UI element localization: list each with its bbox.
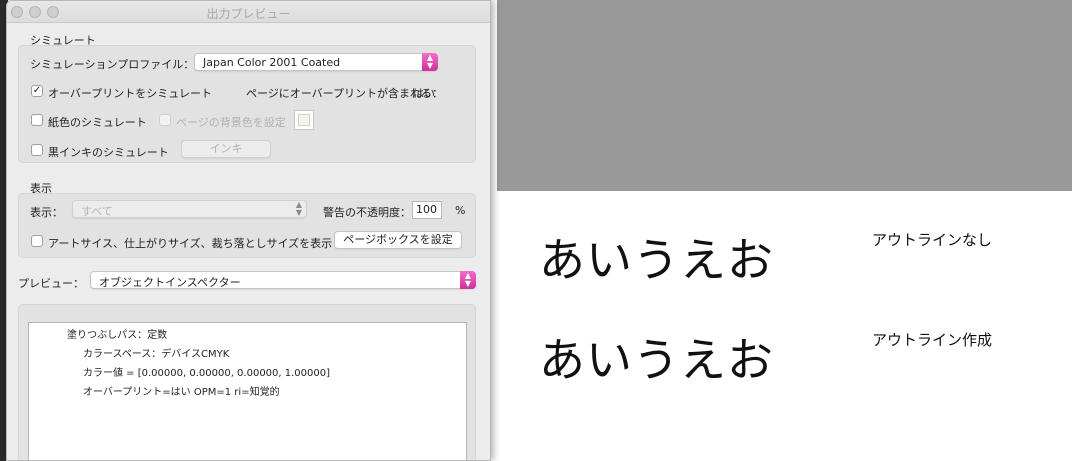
select-stepper-icon: ▲ ▼ [460, 271, 476, 289]
page-has-overprint-value: はい [413, 87, 435, 100]
display-show-label: 表示： [30, 206, 63, 219]
simulate-overprint-label: オーバープリントをシミュレート [48, 87, 213, 100]
simulate-overprint-checkbox[interactable]: ✓ [31, 85, 43, 97]
preview-mode-select[interactable]: オブジェクトインスペクター ▲ ▼ [90, 271, 476, 289]
ink-button[interactable]: インキ [181, 140, 271, 158]
simulate-black-ink-checkbox[interactable] [31, 144, 43, 156]
color-swatch-icon [298, 114, 310, 126]
document-note-1: アウトラインなし [872, 231, 993, 249]
simulation-profile-value: Japan Color 2001 Coated [203, 56, 341, 69]
page-background-checkbox[interactable] [159, 114, 171, 126]
document-kana-text-2: あいうえお [539, 333, 774, 387]
display-show-value: すべて [81, 205, 113, 218]
simulation-profile-select[interactable]: Japan Color 2001 Coated ▲ ▼ [194, 53, 438, 71]
page-background-label: ページの背景色を設定 [176, 116, 286, 129]
titlebar: 出力プレビュー [7, 1, 490, 23]
page-box-settings-button[interactable]: ページボックスを設定 [334, 231, 462, 249]
document-gray-area [497, 0, 1072, 191]
simulate-paper-color-label: 紙色のシミュレート [48, 116, 147, 129]
preview-mode-value: オブジェクトインスペクター [99, 276, 241, 289]
inspector-line-overprint: オーバープリント=はい OPM=1 ri=知覚的 [83, 387, 280, 398]
select-stepper-icon: ▲ ▼ [295, 200, 303, 217]
document-note-2: アウトライン作成 [872, 331, 993, 349]
display-show-select[interactable]: すべて ▲ ▼ [72, 200, 307, 218]
page-background-color-swatch[interactable] [294, 110, 314, 130]
simulate-black-ink-label: 黒インキのシミュレート [48, 146, 169, 159]
inspector-line-color-space: カラースペース：デバイスCMYK [83, 349, 230, 360]
document-kana-text-1: あいうえお [539, 233, 774, 287]
show-boxes-checkbox[interactable] [31, 235, 43, 247]
warning-opacity-label: 警告の不透明度： [323, 206, 411, 219]
warning-opacity-input[interactable]: 100 [412, 201, 442, 219]
output-preview-dialog: 出力プレビュー シミュレート シミュレーションプロファイル： Japan Col… [6, 0, 491, 461]
window-title: 出力プレビュー [206, 7, 291, 21]
simulation-profile-label: シミュレーションプロファイル： [30, 58, 195, 71]
inspector-line-color-value: カラー値 = [0.00000, 0.00000, 0.00000, 1.000… [83, 368, 331, 379]
warning-opacity-unit: % [455, 204, 466, 217]
select-stepper-icon: ▲ ▼ [422, 53, 438, 71]
simulate-paper-color-checkbox[interactable] [31, 114, 43, 126]
inspector-line-fill-path: 塗りつぶしパス：定数 [67, 330, 168, 341]
preview-label: プレビュー： [18, 277, 84, 290]
show-boxes-label: アートサイス、仕上がりサイズ、裁ち落としサイズを表示 [48, 237, 333, 250]
